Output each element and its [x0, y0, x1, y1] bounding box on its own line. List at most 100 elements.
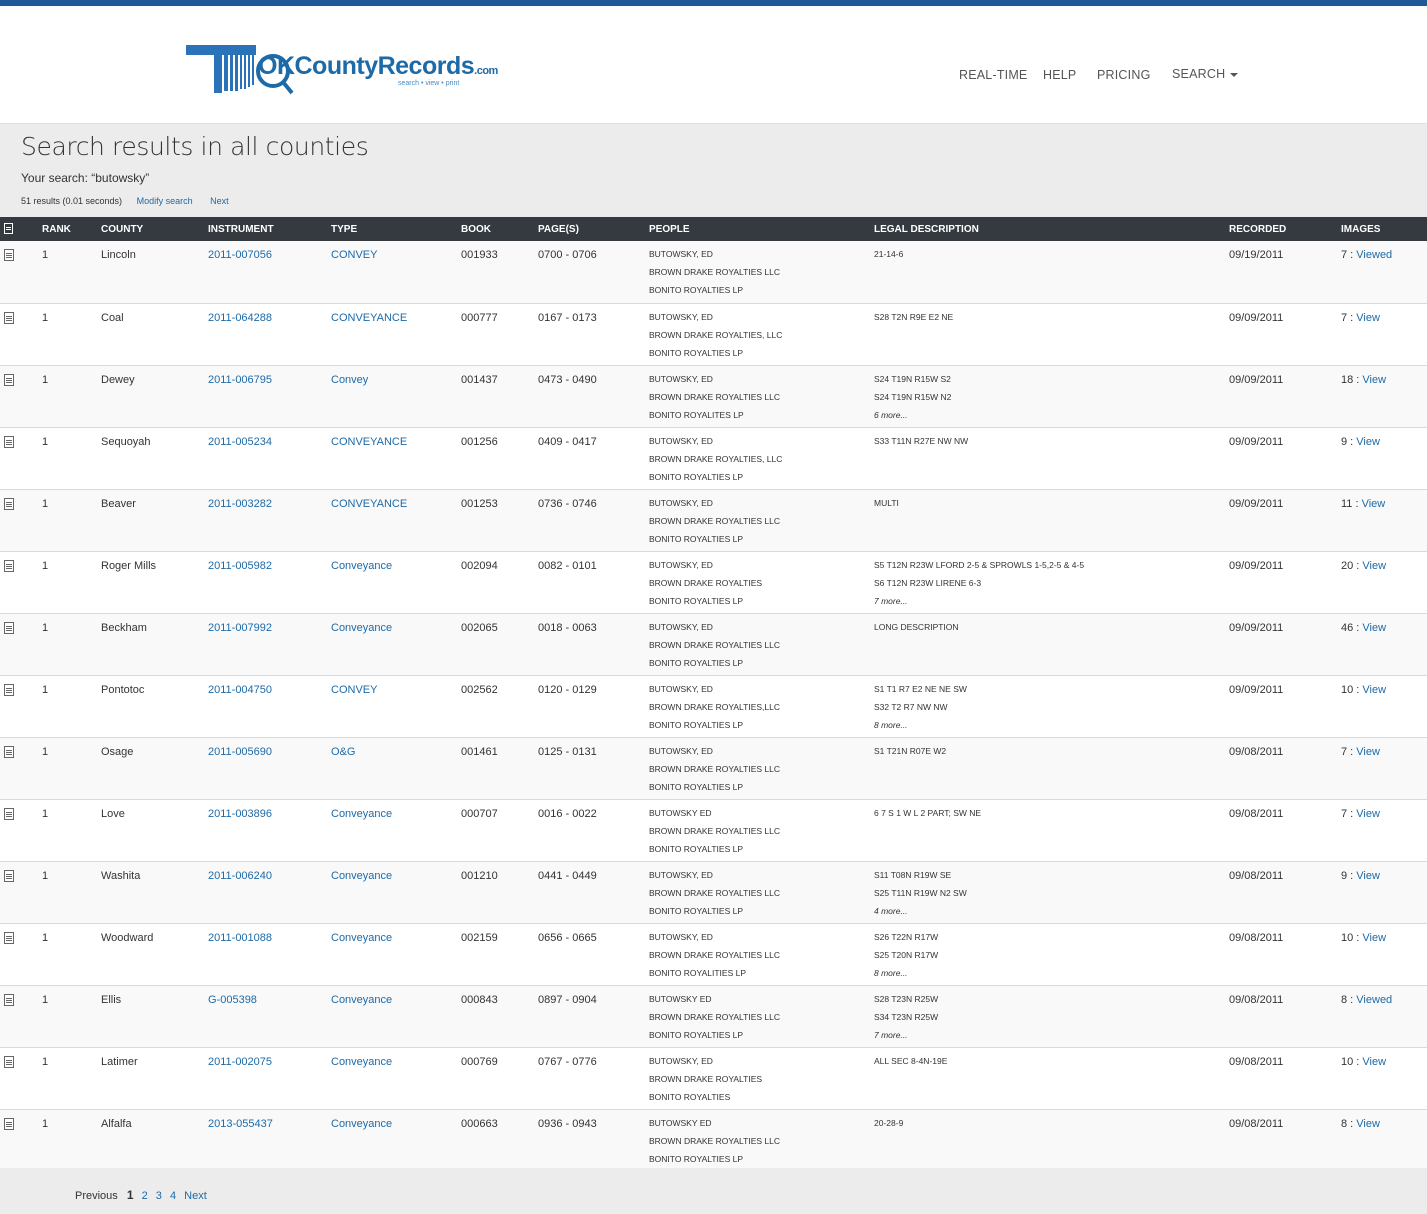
- images-view-link[interactable]: View: [1356, 746, 1380, 758]
- images-view-link[interactable]: View: [1362, 684, 1386, 696]
- header-people[interactable]: PEOPLE: [649, 217, 874, 241]
- header-instrument[interactable]: INSTRUMENT: [208, 217, 331, 241]
- document-icon[interactable]: [4, 807, 14, 820]
- next-page-link-top[interactable]: Next: [210, 196, 229, 206]
- legal-more-link[interactable]: 7 more...: [874, 1026, 1229, 1044]
- type-link[interactable]: CONVEYANCE: [331, 436, 407, 448]
- rank-cell: 1: [42, 993, 49, 1006]
- images-cell: 7 : Viewed: [1341, 241, 1427, 303]
- legal-more-link[interactable]: 6 more...: [874, 406, 1229, 424]
- type-link[interactable]: CONVEYANCE: [331, 498, 407, 510]
- type-link[interactable]: Conveyance: [331, 622, 392, 634]
- document-icon[interactable]: [4, 1117, 14, 1130]
- images-view-link[interactable]: View: [1362, 1056, 1386, 1068]
- pager-page-4[interactable]: 4: [170, 1190, 176, 1202]
- images-view-link[interactable]: View: [1362, 374, 1386, 386]
- instrument-link[interactable]: 2011-001088: [208, 932, 272, 944]
- instrument-link[interactable]: 2013-055437: [208, 1118, 273, 1130]
- document-icon[interactable]: [4, 683, 14, 696]
- instrument-link[interactable]: 2011-007056: [208, 249, 272, 261]
- type-link[interactable]: Convey: [331, 374, 368, 386]
- legal-more-link[interactable]: 8 more...: [874, 716, 1229, 734]
- legal-more-link[interactable]: 4 more...: [874, 902, 1229, 920]
- images-view-link[interactable]: View: [1362, 932, 1386, 944]
- header-rank[interactable]: RANK: [42, 217, 101, 241]
- instrument-link[interactable]: G-005398: [208, 994, 257, 1006]
- person-name: BROWN DRAKE ROYALTIES LLC: [649, 825, 780, 836]
- instrument-link[interactable]: 2011-003896: [208, 808, 272, 820]
- legal-more-link[interactable]: 8 more...: [874, 964, 1229, 982]
- type-link[interactable]: Conveyance: [331, 1056, 392, 1068]
- document-icon[interactable]: [4, 249, 14, 261]
- instrument-link[interactable]: 2011-005690: [208, 746, 272, 758]
- document-icon[interactable]: [4, 1055, 14, 1068]
- type-link[interactable]: Conveyance: [331, 1118, 392, 1130]
- type-link[interactable]: CONVEYANCE: [331, 312, 407, 324]
- instrument-link[interactable]: 2011-006240: [208, 870, 272, 882]
- nav-help[interactable]: HELP: [1043, 68, 1076, 82]
- document-icon[interactable]: [4, 311, 14, 324]
- person-name: BUTOWSKY, ED: [649, 931, 713, 942]
- document-icon[interactable]: [4, 373, 14, 386]
- header-pages[interactable]: PAGE(S): [538, 217, 649, 241]
- legal-line: S6 T12N R23W LIRENE 6-3: [874, 577, 982, 588]
- type-link[interactable]: Conveyance: [331, 994, 392, 1006]
- type-link[interactable]: CONVEY: [331, 684, 377, 696]
- instrument-link[interactable]: 2011-064288: [208, 312, 272, 324]
- person-name: BROWN DRAKE ROYALTIES LLC: [649, 763, 780, 774]
- type-link[interactable]: O&G: [331, 746, 355, 758]
- legal-more-link[interactable]: 7 more...: [874, 592, 1229, 610]
- header-legal-description[interactable]: LEGAL DESCRIPTION: [874, 217, 1229, 241]
- nav-real-time[interactable]: REAL-TIME: [959, 68, 1027, 82]
- images-view-link[interactable]: View: [1362, 498, 1386, 510]
- instrument-link[interactable]: 2011-007992: [208, 622, 272, 634]
- pager-next[interactable]: Next: [184, 1190, 207, 1202]
- instrument-link[interactable]: 2011-005982: [208, 560, 272, 572]
- document-icon[interactable]: [4, 435, 14, 448]
- header-book[interactable]: BOOK: [461, 217, 538, 241]
- header-type[interactable]: TYPE: [331, 217, 461, 241]
- images-view-link[interactable]: Viewed: [1356, 249, 1392, 261]
- header-images[interactable]: IMAGES: [1341, 217, 1427, 241]
- images-cell: 8 : View: [1341, 1109, 1427, 1171]
- nav-search-dropdown[interactable]: SEARCH: [1172, 67, 1239, 81]
- document-icon[interactable]: [4, 869, 14, 882]
- pager-page-2[interactable]: 2: [142, 1190, 148, 1202]
- images-view-link[interactable]: View: [1356, 870, 1380, 882]
- type-link[interactable]: Conveyance: [331, 808, 392, 820]
- images-view-link[interactable]: View: [1356, 312, 1380, 324]
- header-recorded[interactable]: RECORDED: [1229, 217, 1341, 241]
- person-name: BONITO ROYALITIES LP: [649, 967, 746, 978]
- rank-cell: 1: [42, 869, 49, 882]
- document-icon[interactable]: [4, 559, 14, 572]
- header-county[interactable]: COUNTY: [101, 217, 208, 241]
- images-view-link[interactable]: View: [1362, 560, 1386, 572]
- document-icon[interactable]: [4, 621, 14, 634]
- images-view-link[interactable]: View: [1356, 1118, 1380, 1130]
- images-view-link[interactable]: View: [1356, 436, 1380, 448]
- site-logo[interactable]: OKCountyRecords.com search • view • prin…: [186, 38, 498, 100]
- type-link[interactable]: Conveyance: [331, 870, 392, 882]
- type-link[interactable]: Conveyance: [331, 560, 392, 572]
- type-link[interactable]: Conveyance: [331, 932, 392, 944]
- instrument-link[interactable]: 2011-003282: [208, 498, 272, 510]
- type-link[interactable]: CONVEY: [331, 249, 377, 261]
- images-view-link[interactable]: View: [1356, 808, 1380, 820]
- results-body: 1 Lincoln 2011-007056 CONVEY 001933 0700 - 07…: [0, 241, 1427, 1171]
- table-row: 1 Beaver 2011-003282 CONVEYANCE 001253 0736 -…: [0, 489, 1427, 551]
- instrument-link[interactable]: 2011-002075: [208, 1056, 272, 1068]
- modify-search-link[interactable]: Modify search: [137, 196, 193, 206]
- nav-pricing[interactable]: PRICING: [1097, 68, 1151, 82]
- pager-page-3[interactable]: 3: [156, 1190, 162, 1202]
- document-icon[interactable]: [4, 745, 14, 758]
- document-icon[interactable]: [4, 931, 14, 944]
- person-name: BONITO ROYALTIES LP: [649, 1029, 743, 1040]
- document-icon[interactable]: [4, 497, 14, 510]
- images-view-link[interactable]: Viewed: [1356, 994, 1392, 1006]
- instrument-link[interactable]: 2011-004750: [208, 684, 272, 696]
- instrument-link[interactable]: 2011-005234: [208, 436, 272, 448]
- instrument-link[interactable]: 2011-006795: [208, 374, 272, 386]
- images-view-link[interactable]: View: [1362, 622, 1386, 634]
- document-icon[interactable]: [4, 993, 14, 1006]
- pages-cell: 0082 - 0101: [538, 559, 597, 572]
